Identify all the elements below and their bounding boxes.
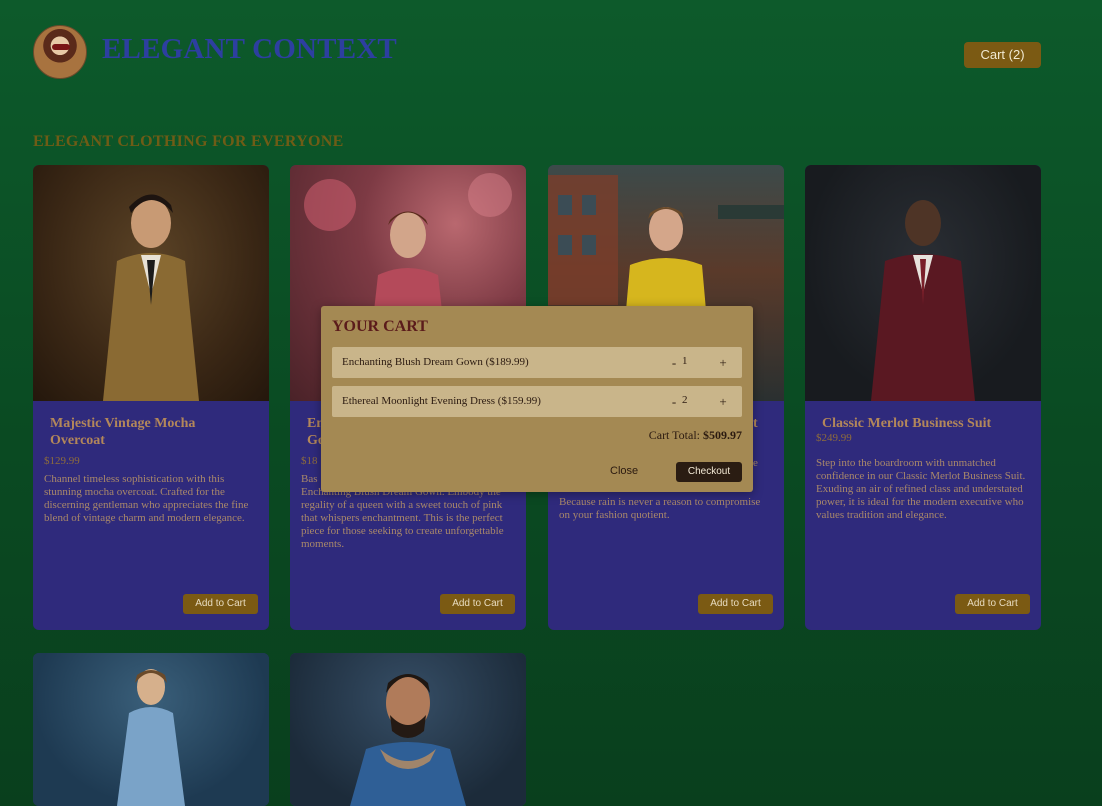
cart-item-label: Enchanting Blush Dream Gown ($189.99)	[342, 356, 529, 368]
checkout-button[interactable]: Checkout	[676, 462, 742, 482]
increase-quantity-button[interactable]: +	[717, 355, 729, 371]
cart-total: Cart Total: $509.97	[649, 428, 742, 443]
cart-item-row: Ethereal Moonlight Evening Dress ($159.9…	[332, 386, 742, 417]
close-button[interactable]: Close	[610, 465, 638, 477]
decrease-quantity-button[interactable]: -	[668, 394, 680, 410]
cart-item-label: Ethereal Moonlight Evening Dress ($159.9…	[342, 395, 541, 407]
quantity-value: 1	[682, 355, 688, 367]
cart-modal: YOUR CART Enchanting Blush Dream Gown ($…	[321, 306, 753, 492]
decrease-quantity-button[interactable]: -	[668, 355, 680, 371]
cart-total-label: Cart Total:	[648, 428, 700, 442]
quantity-value: 2	[682, 394, 688, 406]
cart-item-row: Enchanting Blush Dream Gown ($189.99) - …	[332, 347, 742, 378]
cart-modal-title: YOUR CART	[332, 318, 428, 335]
cart-total-value: $509.97	[703, 428, 742, 442]
increase-quantity-button[interactable]: +	[717, 394, 729, 410]
